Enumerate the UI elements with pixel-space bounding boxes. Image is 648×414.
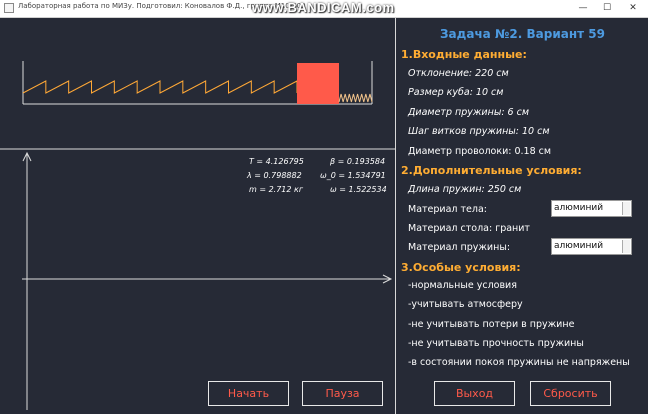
app-window: T = 4.126795 β = 0.193584 λ = 0.798882 ω… — [0, 18, 648, 414]
readout-beta: β = 0.193584 — [330, 157, 386, 166]
special-condition: -не учитывать прочность пружины — [408, 338, 584, 349]
task-title: Задача №2. Вариант 59 — [440, 27, 605, 41]
close-button[interactable]: ✕ — [622, 0, 644, 17]
maximize-button[interactable]: ☐ — [596, 0, 618, 17]
spring-material-label: Материал пружины: — [408, 242, 511, 253]
simulation-canvas — [0, 61, 396, 410]
readout-omega0: ω_0 = 1.534791 — [320, 171, 386, 180]
table-material: Материал стола: гранит — [408, 223, 530, 234]
spring-material-select[interactable]: алюминий — [551, 238, 632, 255]
dropdown-arrow-icon — [622, 240, 630, 253]
app-icon — [4, 3, 14, 13]
reset-button[interactable]: Сбросить — [530, 381, 611, 406]
body-material-label: Материал тела: — [408, 204, 487, 215]
task-panel: Задача №2. Вариант 59 1.Входные данные: … — [397, 18, 648, 414]
right-spring — [338, 93, 373, 103]
input-spring-diameter: Диаметр пружины: 6 см — [408, 107, 529, 118]
special-condition: -в состоянии покоя пружины не напряжены — [408, 357, 630, 368]
special-condition: -учитывать атмосферу — [408, 299, 523, 310]
input-deflection: Отклонение: 220 см — [408, 68, 509, 79]
spring-material-value: алюминий — [554, 241, 604, 251]
bandicam-watermark: www.BANDICAM.com — [252, 0, 395, 15]
input-header: 1.Входные данные: — [401, 48, 527, 61]
spring-length: Длина пружин: 250 см — [408, 184, 522, 195]
special-condition: -нормальные условия — [408, 280, 517, 291]
input-wire-diameter: Диаметр проволоки: 0.18 см — [408, 146, 552, 157]
cube — [297, 63, 339, 104]
readout-omega: ω = 1.522534 — [330, 185, 387, 194]
minimize-button[interactable]: — — [572, 0, 594, 17]
start-button[interactable]: Начать — [208, 381, 289, 406]
body-material-value: алюминий — [554, 203, 604, 213]
readout-mass: m = 2.712 кг — [249, 185, 304, 194]
title-bar: Лабораторная работа по МИЗу. Подготовил:… — [0, 0, 648, 18]
pause-button[interactable]: Пауза — [302, 381, 383, 406]
input-coil-pitch: Шаг витков пружины: 10 см — [408, 126, 550, 137]
extra-header: 2.Дополнительные условия: — [401, 164, 582, 177]
exit-button[interactable]: Выход — [434, 381, 515, 406]
input-cube-size: Размер куба: 10 см — [408, 87, 504, 98]
simulation-panel: T = 4.126795 β = 0.193584 λ = 0.798882 ω… — [0, 18, 396, 414]
left-spring — [22, 80, 298, 94]
readout-lambda: λ = 0.798882 — [247, 171, 302, 180]
special-header: 3.Особые условия: — [401, 261, 521, 274]
readout-period: T = 4.126795 — [249, 157, 304, 166]
dropdown-arrow-icon — [622, 202, 630, 215]
body-material-select[interactable]: алюминий — [551, 200, 632, 217]
special-condition: -не учитывать потери в пружине — [408, 319, 575, 330]
